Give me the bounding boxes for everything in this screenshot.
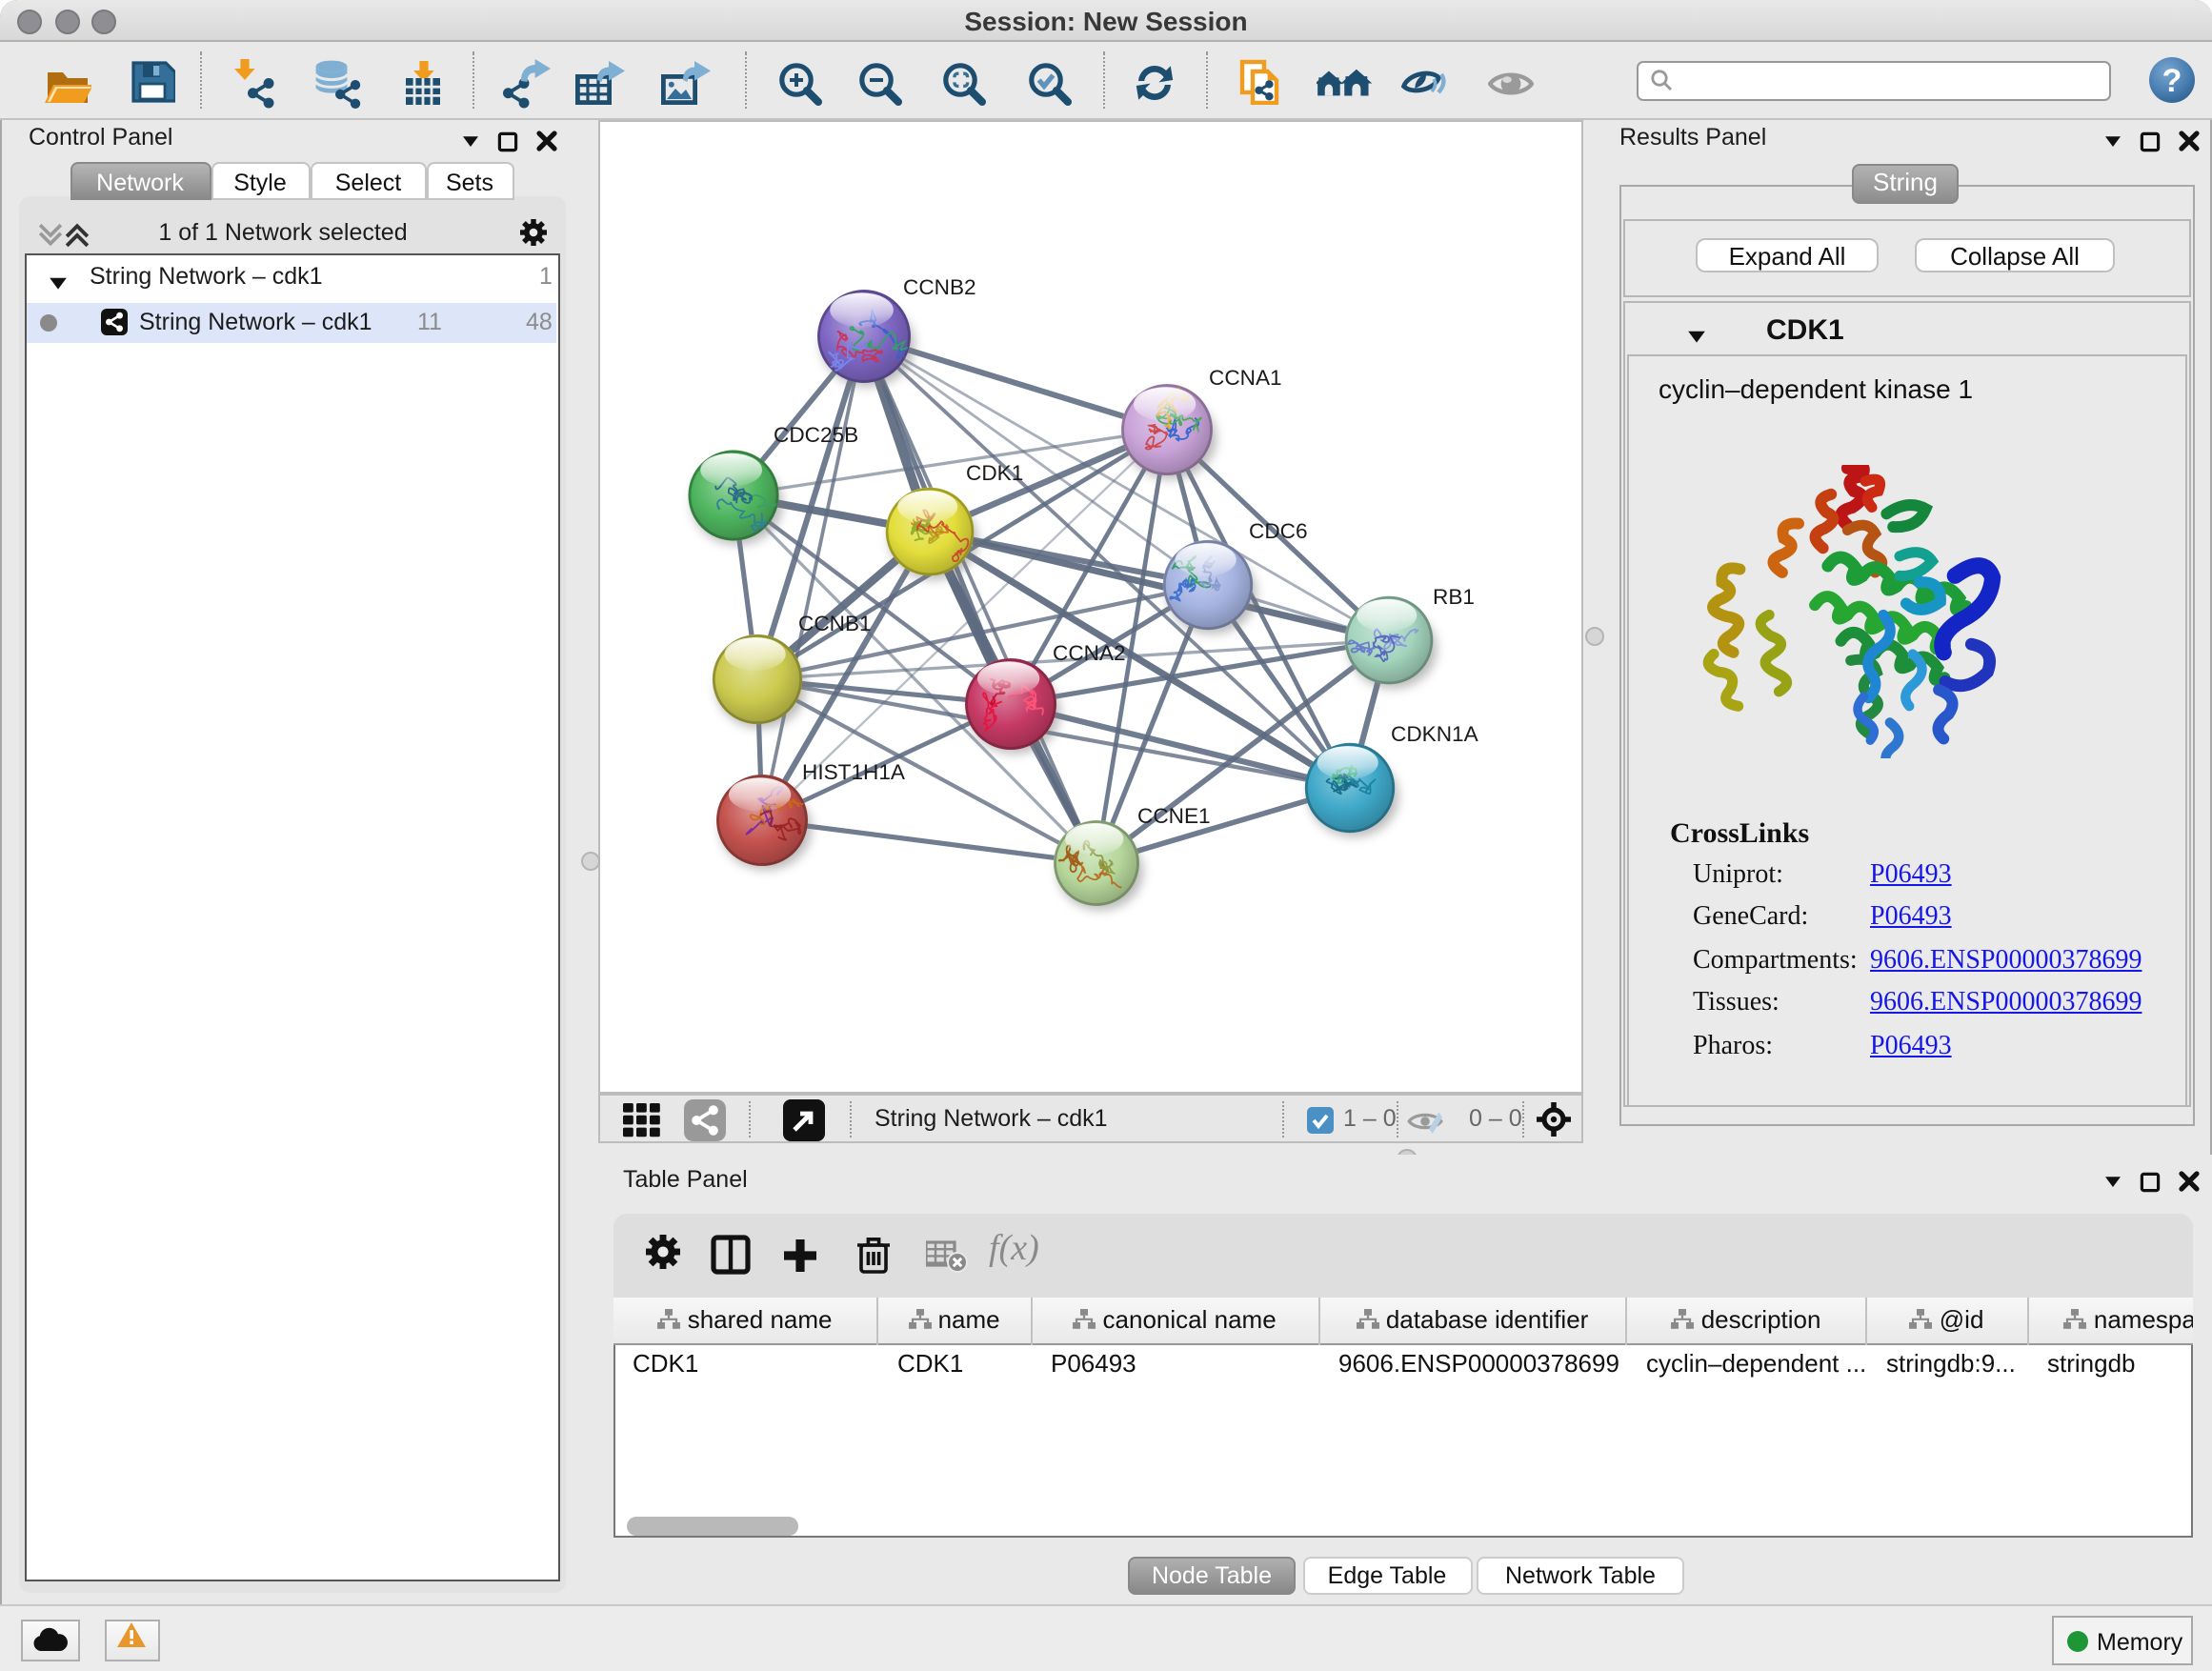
svg-text:CCNB1: CCNB1 — [798, 612, 872, 635]
svg-text:CDC6: CDC6 — [1249, 519, 1308, 543]
svg-text:CDKN1A: CDKN1A — [1391, 722, 1479, 746]
svg-text:CCNA2: CCNA2 — [1053, 641, 1126, 665]
svg-text:RB1: RB1 — [1433, 585, 1475, 609]
svg-text:CDC25B: CDC25B — [774, 423, 858, 447]
svg-text:CDK1: CDK1 — [966, 461, 1023, 485]
svg-text:CCNA1: CCNA1 — [1209, 366, 1282, 390]
svg-text:CCNE1: CCNE1 — [1137, 804, 1211, 828]
svg-text:HIST1H1A: HIST1H1A — [802, 760, 906, 784]
svg-text:CCNB2: CCNB2 — [903, 275, 976, 299]
svg-text:?: ? — [2162, 62, 2182, 98]
